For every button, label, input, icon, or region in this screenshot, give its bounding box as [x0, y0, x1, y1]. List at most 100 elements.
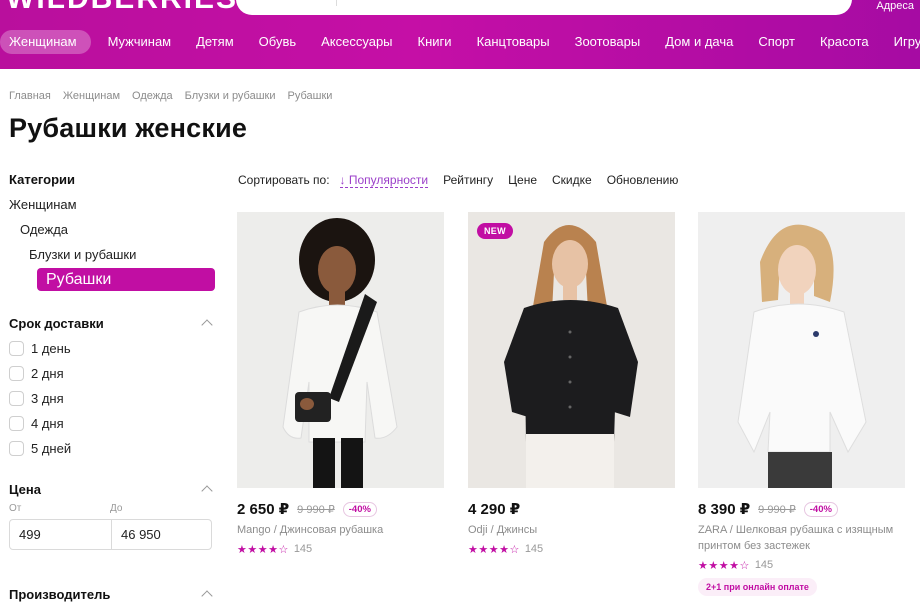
product-old-price: 9 990 ₽ [758, 503, 796, 516]
nav-item-women[interactable]: Женщинам [0, 30, 91, 54]
product-card[interactable]: NEW 4 290 ₽ Odji / Джинсы ★★★★☆ 145 [468, 212, 675, 556]
breadcrumb-blouses[interactable]: Блузки и рубашки [185, 90, 276, 102]
nav-item-shoes[interactable]: Обувь [251, 30, 304, 54]
sort-rating[interactable]: Рейтингу [443, 173, 493, 188]
delivery-section-header[interactable]: Срок доставки [9, 313, 215, 333]
addresses-link[interactable]: Адреса [876, 0, 914, 12]
breadcrumb-women[interactable]: Женщинам [63, 90, 120, 102]
discount-badge: -40% [803, 501, 838, 517]
delivery-option[interactable]: 4 дня [9, 411, 215, 436]
product-rating: ★★★★☆ 145 [698, 558, 905, 572]
promo-badge: 2+1 при онлайн оплате [698, 578, 817, 596]
logo[interactable]: WILDBERRIES [6, 0, 238, 16]
product-photo-woman-white-shirt-polo [737, 224, 867, 488]
nav-item-stationery[interactable]: Канцтовары [469, 30, 558, 54]
page-title: Рубашки женские [9, 113, 248, 143]
product-price: 4 290 ₽ [468, 501, 521, 518]
rating-stars-icon: ★★★★☆ [468, 543, 520, 556]
product-rating: ★★★★☆ 145 [237, 542, 444, 556]
delivery-option-label: 2 дня [31, 366, 64, 381]
price-to-input[interactable] [111, 520, 212, 549]
maker-heading: Производитель [9, 586, 111, 602]
delivery-heading: Срок доставки [9, 315, 104, 331]
delivery-option-label: 5 дней [31, 441, 72, 456]
category-women[interactable]: Женщинам [9, 192, 215, 217]
nav-item-books[interactable]: Книги [410, 30, 460, 54]
product-photo-woman-white-shirt [282, 218, 398, 488]
rating-stars-icon: ★★★★☆ [698, 559, 750, 572]
nav-item-beauty[interactable]: Красота [812, 30, 877, 54]
sort-label: Сортировать по: [238, 173, 330, 187]
nav-item-sport[interactable]: Спорт [750, 30, 803, 54]
checkbox[interactable] [9, 341, 24, 356]
checkbox[interactable] [9, 391, 24, 406]
category-clothing[interactable]: Одежда [9, 217, 215, 242]
maker-section-header[interactable]: Производитель [9, 584, 215, 604]
category-blouses[interactable]: Блузки и рубашки [9, 242, 215, 267]
delivery-option-label: 4 дня [31, 416, 64, 431]
delivery-option[interactable]: 2 дня [9, 361, 215, 386]
price-from-label: От [9, 503, 22, 514]
breadcrumb: Главная Женщинам Одежда Блузки и рубашки… [9, 90, 344, 102]
review-count: 145 [293, 543, 313, 555]
search-divider [336, 0, 337, 6]
price-range [9, 519, 212, 550]
review-count: 145 [524, 543, 544, 555]
delivery-option[interactable]: 5 дней [9, 436, 215, 461]
checkbox[interactable] [9, 416, 24, 431]
sort-updated[interactable]: Обновлению [607, 173, 679, 188]
delivery-option[interactable]: 3 дня [9, 386, 215, 411]
breadcrumb-home[interactable]: Главная [9, 90, 51, 102]
chevron-up-icon[interactable] [201, 485, 213, 497]
sort-discount[interactable]: Скидке [552, 173, 592, 188]
product-image[interactable] [237, 212, 444, 488]
search-input[interactable] [236, 0, 852, 15]
product-image[interactable] [698, 212, 905, 488]
product-card[interactable]: 2 650 ₽ 9 990 ₽ -40% Mango / Джинсовая р… [237, 212, 444, 556]
sort-price[interactable]: Цене [508, 173, 537, 188]
filters-sidebar: Категории Женщинам Одежда Блузки и рубаш… [9, 172, 215, 604]
site-header: WILDBERRIES Адреса Женщинам Мужчинам Дет… [0, 0, 920, 69]
categories-heading: Категории [9, 172, 76, 187]
delivery-option[interactable]: 1 день [9, 336, 215, 361]
chevron-up-icon[interactable] [201, 319, 213, 331]
price-from-input[interactable] [10, 520, 111, 549]
price-to-label: До [110, 503, 123, 514]
price-heading: Цена [9, 481, 41, 497]
sort-popularity[interactable]: ↓ Популярности [339, 173, 429, 188]
price-row: 2 650 ₽ 9 990 ₽ -40% [237, 499, 444, 519]
product-old-price: 9 990 ₽ [297, 503, 335, 516]
nav-item-toys[interactable]: Игру [886, 30, 920, 54]
product-photo-woman-black-shirt [504, 225, 638, 488]
sort-bar: Сортировать по: ↓ Популярности Рейтингу … [238, 173, 693, 188]
breadcrumb-clothing[interactable]: Одежда [132, 90, 173, 102]
price-row: 4 290 ₽ [468, 499, 675, 519]
checkbox[interactable] [9, 441, 24, 456]
new-badge: NEW [477, 223, 513, 239]
rating-stars-icon: ★★★★☆ [237, 543, 289, 556]
breadcrumb-shirts[interactable]: Рубашки [288, 90, 333, 102]
category-shirts[interactable]: Рубашки [37, 268, 215, 291]
product-title[interactable]: ZARA / Шелковая рубашка с изящным принто… [698, 522, 905, 554]
main-nav: Женщинам Мужчинам Детям Обувь Аксессуары… [0, 30, 920, 54]
product-image[interactable]: NEW [468, 212, 675, 488]
product-rating: ★★★★☆ 145 [468, 542, 675, 556]
product-price: 8 390 ₽ [698, 501, 751, 518]
price-row: 8 390 ₽ 9 990 ₽ -40% [698, 499, 905, 519]
price-section-header[interactable]: Цена [9, 479, 215, 499]
checkbox[interactable] [9, 366, 24, 381]
product-price: 2 650 ₽ [237, 501, 290, 518]
nav-item-kids[interactable]: Детям [188, 30, 242, 54]
nav-item-men[interactable]: Мужчинам [100, 30, 180, 54]
product-title[interactable]: Mango / Джинсовая рубашка [237, 522, 444, 538]
nav-item-accessories[interactable]: Аксессуары [313, 30, 400, 54]
discount-badge: -40% [342, 501, 377, 517]
nav-item-pets[interactable]: Зоотовары [567, 30, 649, 54]
product-card[interactable]: 8 390 ₽ 9 990 ₽ -40% ZARA / Шелковая руб… [698, 212, 905, 596]
delivery-option-label: 3 дня [31, 391, 64, 406]
price-labels: От До [9, 503, 215, 517]
delivery-option-label: 1 день [31, 341, 71, 356]
nav-item-home[interactable]: Дом и дача [657, 30, 741, 54]
review-count: 145 [754, 559, 774, 571]
product-title[interactable]: Odji / Джинсы [468, 522, 675, 538]
